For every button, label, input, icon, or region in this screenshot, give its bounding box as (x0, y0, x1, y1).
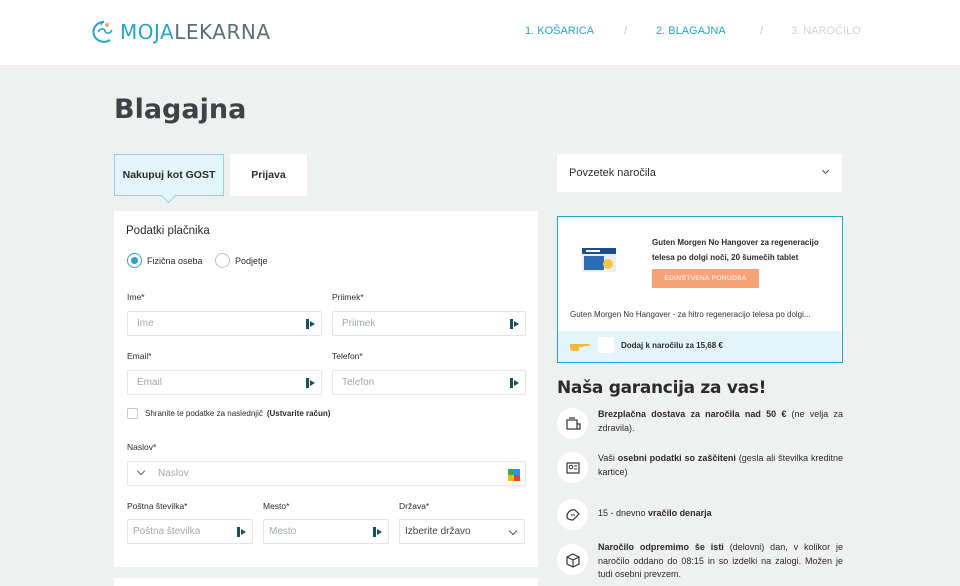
guarantee-text: Vaši osebni podatki so zaščiteni (gesla … (598, 453, 844, 477)
logo-text-secondary: LEKARNA (174, 20, 271, 44)
email-input[interactable] (128, 371, 321, 394)
save-data-label: Shranite te podatke za naslednjič (145, 409, 263, 418)
postal-code-input[interactable] (128, 520, 252, 543)
tab-guest-checkout[interactable]: Nakupuj kot GOST (114, 154, 224, 196)
address-field[interactable] (127, 461, 526, 486)
guarantee-item: Vaši osebni podatki so zaščiteni (gesla … (557, 452, 843, 483)
tab-login[interactable]: Prijava (230, 154, 307, 196)
id-card-icon (557, 452, 588, 483)
chevron-down-icon (508, 526, 518, 536)
first-name-field[interactable] (127, 311, 322, 336)
tab-label: Prijava (251, 169, 286, 181)
email-label: Email* (127, 351, 152, 361)
address-label: Naslov* (127, 442, 157, 452)
guarantee-item: 15 - dnevno vračilo denarja (557, 499, 843, 530)
phone-input[interactable] (333, 371, 525, 394)
last-name-field[interactable] (332, 311, 526, 336)
payer-details-form: Podatki plačnika Fizična oseba Podjetje … (114, 211, 538, 567)
step-order: 3. NAROČILO (791, 25, 861, 37)
offer-product-title[interactable]: Guten Morgen No Hangover za regeneracijo… (652, 235, 832, 265)
delivery-icon (557, 408, 588, 439)
radio-button[interactable] (215, 253, 230, 268)
city-field[interactable] (263, 519, 389, 544)
radio-button-checked[interactable] (127, 253, 142, 268)
country-select-value: Izberite državo (405, 526, 471, 537)
package-icon (557, 544, 588, 575)
country-select[interactable]: Izberite državo (399, 519, 525, 544)
google-maps-icon (508, 468, 520, 481)
city-label: Mesto* (263, 501, 290, 511)
money-back-icon (557, 499, 588, 530)
create-account-link[interactable]: (Ustvarite račun) (267, 409, 331, 418)
add-to-order-row[interactable]: Dodaj k naročilu za 15,68 € (558, 331, 841, 362)
guarantee-item: Naročilo odpremimo še isti (delovni) dan… (557, 541, 843, 586)
add-to-order-checkbox[interactable] (598, 337, 614, 353)
logo-text-primary: MOJA (120, 20, 175, 44)
guarantee-text: Brezplačna dostava za naročila nad 50 € … (598, 409, 843, 433)
next-form-section (114, 578, 538, 586)
password-manager-icon[interactable] (306, 378, 315, 388)
postal-code-label: Poštna številka* (127, 501, 188, 511)
phone-label: Telefon* (332, 351, 363, 361)
radio-label: Podjetje (235, 255, 268, 266)
logo[interactable]: MOJA LEKARNA (90, 18, 271, 46)
page-title: Blagajna (114, 94, 247, 125)
add-to-order-label: Dodaj k naročilu za 15,68 € (621, 341, 723, 350)
unique-offer-badge: EDINSTVENA PONUDBA (652, 269, 759, 288)
password-manager-icon[interactable] (237, 527, 246, 537)
special-offer-card: Guten Morgen No Hangover za regeneracijo… (557, 216, 843, 363)
address-input[interactable] (128, 462, 525, 485)
last-name-label: Priimek* (332, 292, 364, 302)
step-checkout[interactable]: 2. BLAGAJNA (656, 25, 726, 37)
offer-description: Guten Morgen No Hangover - za hitro rege… (570, 310, 811, 319)
first-name-label: Ime* (127, 292, 145, 302)
radio-company[interactable]: Podjetje (215, 253, 268, 268)
radio-label: Fizična oseba (147, 255, 203, 266)
password-manager-icon[interactable] (510, 319, 519, 329)
tab-label: Nakupuj kot GOST (122, 169, 216, 181)
country-label: Država* (399, 501, 430, 511)
guarantee-text: Naročilo odpremimo še isti (delovni) dan… (598, 542, 843, 579)
city-input[interactable] (264, 520, 388, 543)
phone-field[interactable] (332, 370, 526, 395)
step-cart[interactable]: 1. KOŠARICA (525, 25, 594, 37)
email-field[interactable] (127, 370, 322, 395)
order-summary-title: Povzetek naročila (569, 167, 656, 179)
radio-individual[interactable]: Fizična oseba (127, 253, 203, 268)
last-name-input[interactable] (333, 312, 525, 335)
section-title: Podatki plačnika (126, 225, 210, 237)
password-manager-icon[interactable] (306, 319, 315, 329)
step-separator: / (760, 25, 764, 37)
password-manager-icon[interactable] (510, 378, 519, 388)
logo-icon (90, 18, 118, 46)
save-data-checkbox[interactable] (127, 408, 138, 419)
site-header: MOJA LEKARNA 1. KOŠARICA / 2. BLAGAJNA /… (0, 0, 960, 65)
guarantee-item: Brezplačna dostava za naročila nad 50 € … (557, 408, 843, 439)
guarantee-text: 15 - dnevno vračilo denarja (598, 508, 712, 518)
guarantee-title: Naša garancija za vas! (557, 378, 767, 398)
product-image (580, 240, 620, 280)
step-separator: / (624, 25, 628, 37)
postal-code-field[interactable] (127, 519, 253, 544)
chevron-down-icon (821, 166, 830, 175)
pointing-hand-icon (569, 339, 591, 353)
save-data-option[interactable]: Shranite te podatke za naslednjič (Ustva… (127, 408, 330, 419)
order-summary-toggle[interactable]: Povzetek naročila (557, 154, 842, 192)
password-manager-icon[interactable] (373, 527, 382, 537)
first-name-input[interactable] (128, 312, 321, 335)
